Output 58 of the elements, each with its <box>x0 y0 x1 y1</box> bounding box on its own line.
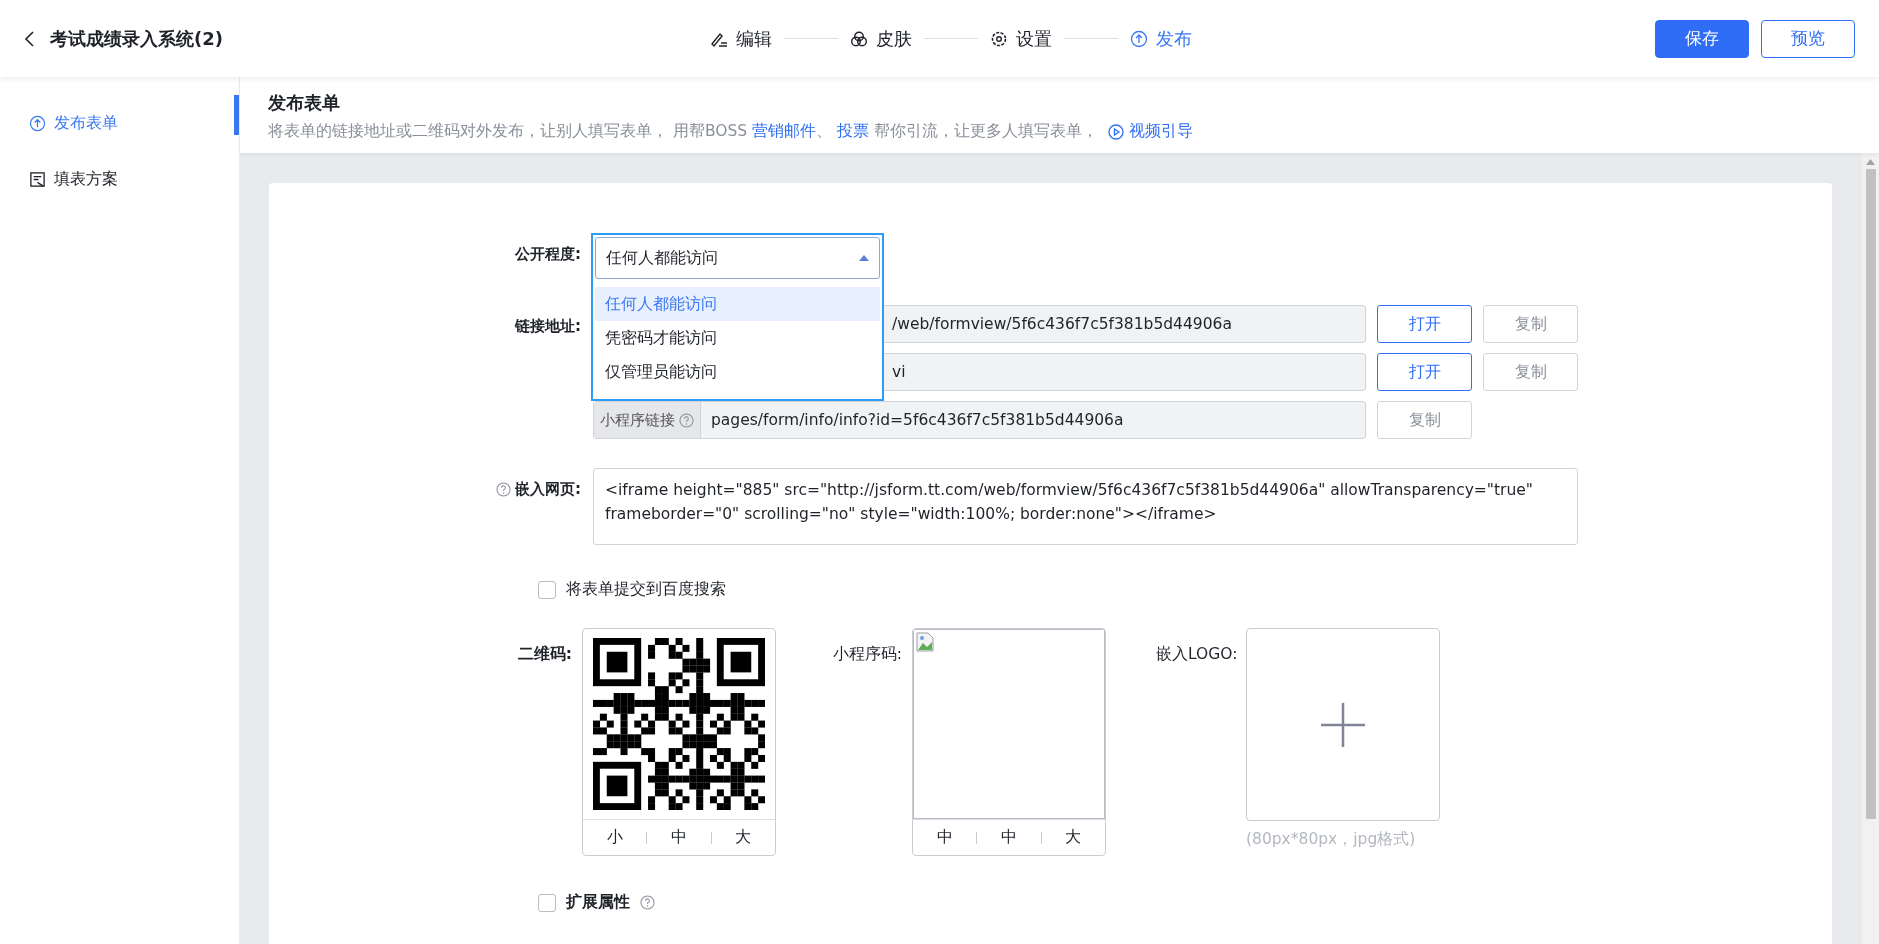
field-label: 二维码: <box>516 644 572 665</box>
preview-button[interactable]: 预览 <box>1761 19 1855 58</box>
help-icon <box>640 895 655 910</box>
page-title: 发布表单 <box>268 91 341 115</box>
link-value: /web/formview/5f6c436f7c5f381b5d44906a <box>892 315 1232 333</box>
upload-circle-icon <box>29 114 46 132</box>
size-option[interactable]: 中 <box>977 827 1041 848</box>
scrollbar-thumb[interactable] <box>1865 169 1876 819</box>
step-tab[interactable]: 编辑 <box>710 26 772 51</box>
description-text: 将表单的链接地址或二维码对外发布，让别人填写表单， 用帮BOSS 营销邮件、 投票 帮你引流，让更多人填写表单， <box>268 121 1098 142</box>
field-label: 小程序码: <box>831 644 902 665</box>
sidebar-item[interactable]: 填表方案 <box>0 151 239 207</box>
scroll-up-icon[interactable] <box>1866 159 1875 165</box>
dropdown-option[interactable]: 任何人都能访问 <box>595 287 880 321</box>
select-field[interactable]: 任何人都能访问 <box>595 237 880 279</box>
checkbox[interactable] <box>538 580 556 599</box>
size-option[interactable]: 大 <box>1041 827 1105 848</box>
inline-link[interactable]: 营销邮件 <box>752 122 817 140</box>
size-option[interactable]: 大 <box>711 827 775 848</box>
broken-image-icon <box>916 632 934 652</box>
back-icon[interactable] <box>24 30 36 47</box>
sidebar-item[interactable]: 发布表单 <box>0 95 239 151</box>
field-label: 公开程度: <box>515 245 581 264</box>
step-tab[interactable]: 发布 <box>1130 26 1192 51</box>
gear-icon <box>990 29 1008 48</box>
upload-circle-icon <box>1130 29 1148 48</box>
field-label: 嵌入LOGO: <box>1156 644 1236 665</box>
step-tab[interactable]: 皮肤 <box>850 26 912 51</box>
embed-code-field[interactable]: <iframe height="885" src="http://jsform.tt.com/web/formview/5f6c436f7c5f381b5d44906a" allowTransparency="true" frameborder="0" scrolling="no" style="width:100%; border:none"></iframe> <box>593 468 1578 545</box>
checkbox-label: 扩展属性 <box>566 892 630 913</box>
inline-link[interactable]: 投票 <box>837 122 870 140</box>
open-button[interactable]: 打开 <box>1377 353 1472 391</box>
video-link[interactable]: 视频引导 <box>1107 121 1193 142</box>
hint-text: (80px*80px，jpg格式) <box>1246 829 1417 850</box>
field-label: 嵌入网页: <box>515 480 581 499</box>
dropdown-option[interactable]: 仅管理员能访问 <box>595 355 880 389</box>
caret-up-icon <box>859 255 869 261</box>
help-icon <box>496 482 511 497</box>
help-icon <box>679 412 694 428</box>
size-option[interactable]: 小 <box>583 827 647 848</box>
form-icon <box>29 170 46 188</box>
play-icon <box>1107 123 1124 140</box>
field-label: 链接地址: <box>515 317 581 336</box>
open-button[interactable]: 打开 <box>1377 305 1472 343</box>
checkbox-label: 将表单提交到百度搜索 <box>566 579 726 600</box>
checkbox[interactable] <box>538 893 556 912</box>
step-tab[interactable]: 设置 <box>990 26 1052 51</box>
size-option[interactable]: 中 <box>647 827 711 848</box>
save-button[interactable]: 保存 <box>1655 19 1749 58</box>
plus-icon <box>1321 702 1365 747</box>
link-field[interactable]: 小程序链接 pages/form/info/info?id=5f6c436f7c5f381b5d44906a <box>593 401 1366 439</box>
size-option[interactable]: 中 <box>913 827 977 848</box>
logo-upload-box[interactable] <box>1246 628 1440 821</box>
app-title: 考试成绩录入系统(2) <box>50 26 224 51</box>
link-value: vi <box>892 363 906 381</box>
circles-icon <box>850 29 868 48</box>
addon-text: 小程序链接 <box>600 410 675 430</box>
link-value: pages/form/info/info?id=5f6c436f7c5f381b5d44906a <box>710 411 1124 429</box>
